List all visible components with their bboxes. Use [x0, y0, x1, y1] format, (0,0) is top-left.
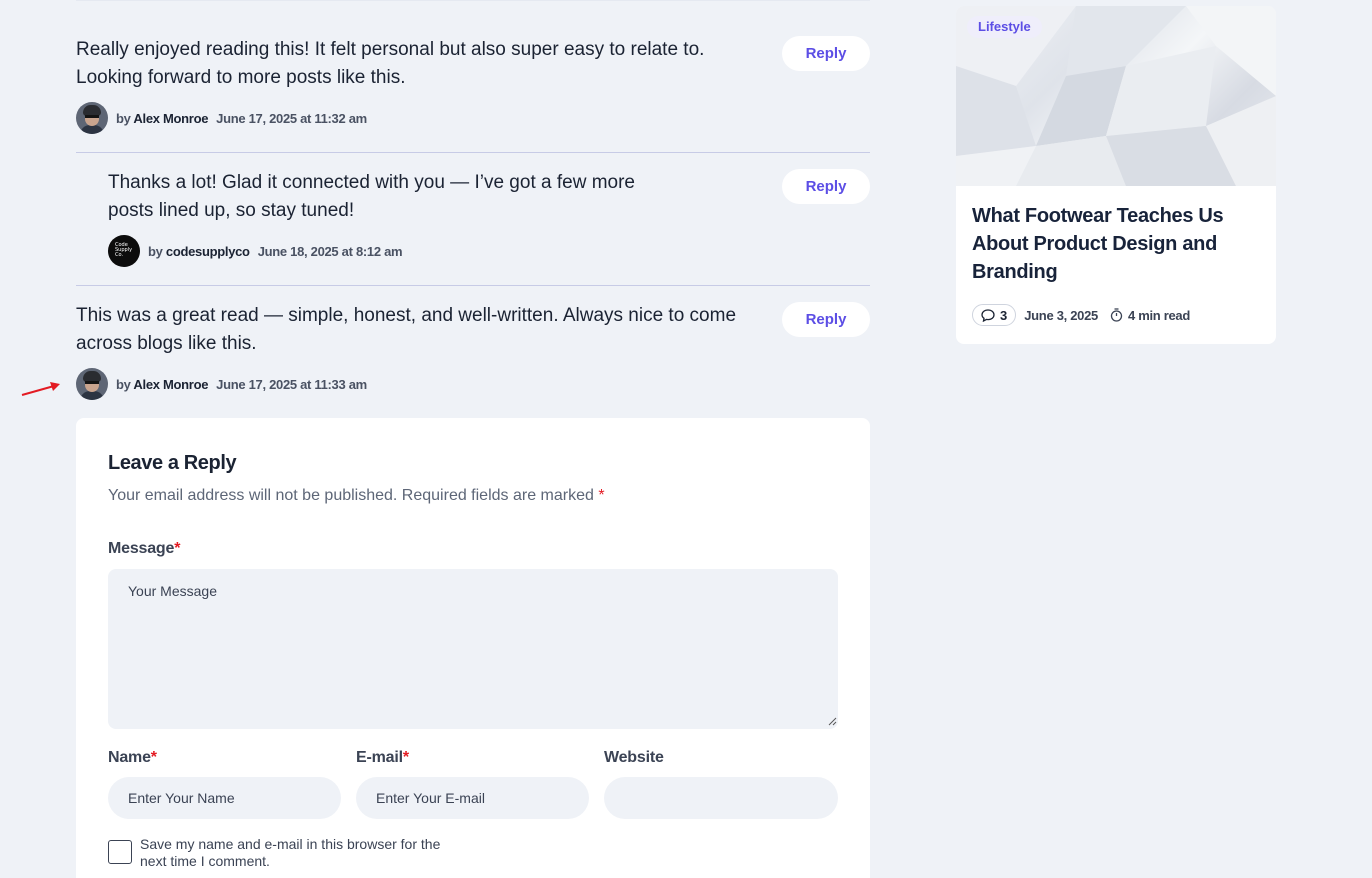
comment-author[interactable]: by Alex Monroe [116, 377, 208, 392]
required-mark: * [598, 487, 605, 504]
comment: This was a great read — simple, honest, … [76, 302, 870, 400]
avatar[interactable] [76, 102, 108, 134]
save-info-label[interactable]: Save my name and e-mail in this browser … [140, 836, 470, 870]
comment-reply: Thanks a lot! Glad it connected with you… [108, 169, 870, 267]
form-title: Leave a Reply [108, 452, 237, 474]
comment-text: This was a great read — simple, honest, … [76, 305, 737, 354]
comment-meta: Code Supply Co. by codesupplyco June 18,… [108, 235, 870, 267]
email-input[interactable] [356, 777, 589, 819]
name-label: Name* [108, 749, 157, 767]
reply-form: Leave a Reply Your email address will no… [76, 418, 870, 878]
message-label-text: Message [108, 540, 175, 557]
read-time-text: 4 min read [1127, 307, 1190, 323]
category-badge[interactable]: Lifestyle [967, 16, 1042, 38]
by-prefix: by [116, 376, 131, 392]
by-prefix: by [116, 110, 131, 126]
reply-button[interactable]: Reply [782, 169, 870, 204]
comment-author[interactable]: by codesupplyco [148, 244, 250, 259]
message-label: Message* [108, 540, 180, 558]
required-mark: * [150, 749, 157, 766]
post-meta: 3 June 3, 2025 4 min read [972, 304, 1190, 326]
required-mark: * [174, 540, 181, 557]
by-prefix: by [148, 243, 163, 259]
author-name[interactable]: Alex Monroe [133, 377, 208, 392]
name-label-text: Name [108, 749, 151, 766]
comment-date[interactable]: June 17, 2025 at 11:32 am [216, 111, 367, 126]
comment-date[interactable]: June 17, 2025 at 11:33 am [216, 377, 367, 392]
comment-meta: by Alex Monroe June 17, 2025 at 11:33 am [76, 368, 870, 400]
comment-icon [981, 308, 995, 322]
post-thumbnail[interactable]: Lifestyle [956, 6, 1276, 186]
comment-meta: by Alex Monroe June 17, 2025 at 11:32 am [76, 102, 870, 134]
top-divider [76, 0, 870, 4]
comment-text: Thanks a lot! Glad it connected with you… [108, 172, 635, 221]
reply-button[interactable]: Reply [782, 36, 870, 71]
stopwatch-icon [1110, 308, 1123, 322]
reply-button[interactable]: Reply [782, 302, 870, 337]
comment: Really enjoyed reading this! It felt per… [76, 36, 870, 134]
author-name[interactable]: codesupplyco [166, 244, 250, 259]
website-input[interactable] [604, 777, 838, 819]
message-textarea[interactable] [108, 569, 838, 729]
avatar[interactable]: Code Supply Co. [108, 235, 140, 267]
save-info-checkbox[interactable] [108, 840, 132, 864]
comment-text: Really enjoyed reading this! It felt per… [76, 39, 705, 88]
form-note-text: Your email address will not be published… [108, 487, 594, 504]
email-label: E-mail* [356, 749, 409, 767]
email-label-text: E-mail [356, 749, 403, 766]
comment-divider [76, 152, 870, 153]
comment-count-pill[interactable]: 3 [972, 304, 1017, 326]
read-time: 4 min read [1110, 308, 1190, 323]
resize-grip-icon[interactable] [828, 717, 837, 726]
comment-author[interactable]: by Alex Monroe [116, 111, 208, 126]
website-label: Website [604, 749, 664, 766]
name-input[interactable] [108, 777, 341, 819]
sidebar-post-card[interactable]: Lifestyle What Footwear Teaches Us About… [956, 6, 1276, 344]
author-name[interactable]: Alex Monroe [133, 111, 208, 126]
avatar-logo-text: Code Supply Co. [115, 242, 133, 258]
required-mark: * [402, 749, 409, 766]
avatar[interactable] [76, 368, 108, 400]
comment-count: 3 [1000, 307, 1008, 323]
post-title[interactable]: What Footwear Teaches Us About Product D… [972, 202, 1262, 286]
comment-date[interactable]: June 18, 2025 at 8:12 am [258, 244, 403, 259]
annotation-arrow-icon [21, 382, 60, 396]
post-date: June 3, 2025 [1024, 307, 1098, 323]
form-note: Your email address will not be published… [108, 487, 605, 505]
comment-divider [76, 285, 870, 286]
